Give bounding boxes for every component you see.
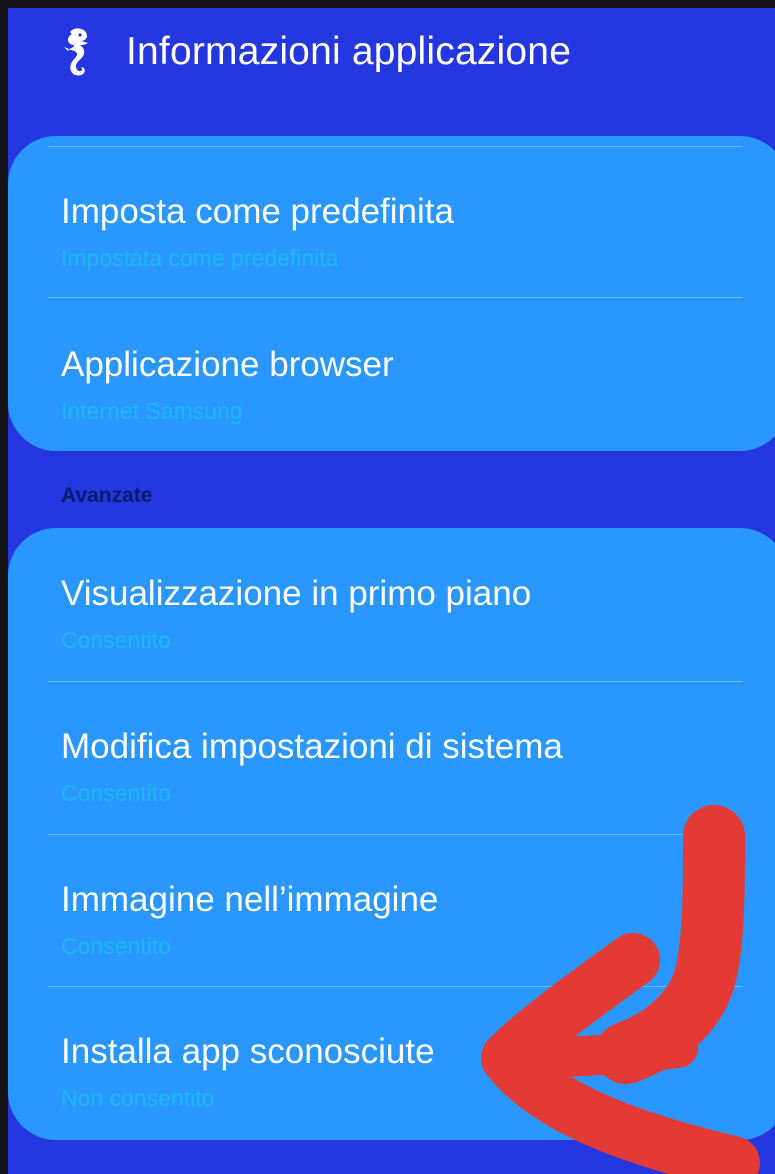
app-info-screen: Informazioni applicazione Imposta come p… [8, 8, 775, 1174]
app-header: Informazioni applicazione [8, 8, 775, 108]
install-unknown-apps-status: Non consentito [61, 1085, 215, 1111]
browser-app-value: Internet Samsung [61, 398, 243, 424]
modify-system-settings-title: Modifica impostazioni di sistema [61, 727, 563, 766]
browser-app-item[interactable]: Applicazione browser Internet Samsung [8, 299, 775, 451]
seahorse-icon [60, 26, 94, 78]
display-on-top-status: Consentito [61, 627, 171, 653]
section-header-advanced: Avanzate [61, 484, 153, 507]
page-title: Informazioni applicazione [126, 30, 572, 73]
modify-system-settings-item[interactable]: Modifica impostazioni di sistema Consent… [8, 681, 775, 833]
picture-in-picture-status: Consentito [61, 933, 171, 959]
divider [48, 297, 742, 298]
set-as-default-title: Imposta come predefinita [61, 192, 454, 231]
picture-in-picture-title: Immagine nell’immagine [61, 880, 439, 919]
set-as-default-item[interactable]: Imposta come predefinita Impostata come … [8, 146, 775, 298]
display-on-top-title: Visualizzazione in primo piano [61, 574, 532, 613]
install-unknown-apps-item[interactable]: Installa app sconosciute Non consentito [8, 986, 775, 1138]
modify-system-settings-status: Consentito [61, 780, 171, 806]
browser-app-title: Applicazione browser [61, 345, 394, 384]
install-unknown-apps-title: Installa app sconosciute [61, 1032, 435, 1071]
advanced-card: Visualizzazione in primo piano Consentit… [8, 528, 775, 1140]
set-as-default-status: Impostata come predefinita [61, 245, 339, 271]
display-on-top-item[interactable]: Visualizzazione in primo piano Consentit… [8, 528, 775, 680]
picture-in-picture-item[interactable]: Immagine nell’immagine Consentito [8, 834, 775, 986]
defaults-card: Imposta come predefinita Impostata come … [8, 136, 775, 451]
